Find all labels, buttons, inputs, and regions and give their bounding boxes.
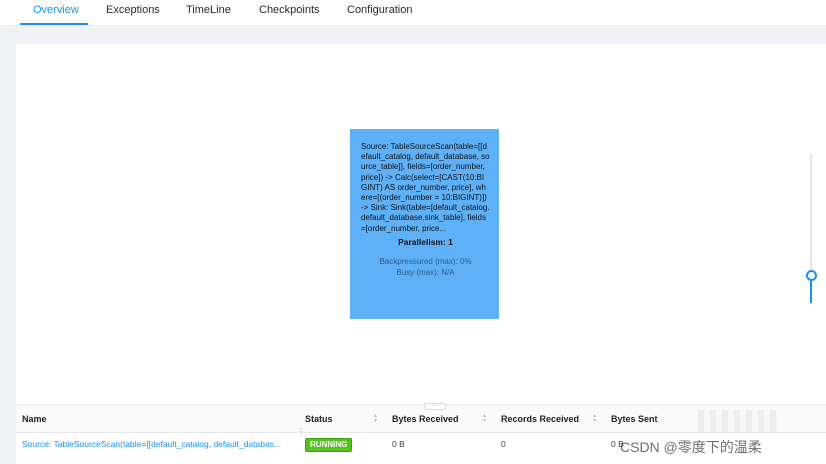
active-tab-indicator — [20, 23, 88, 25]
tab-exceptions[interactable]: Exceptions — [106, 0, 160, 23]
panel-resize-handle[interactable]: ··· — [424, 402, 446, 410]
node-parallelism: Parallelism: 1 — [398, 236, 453, 247]
sort-icon[interactable]: ▲ ▼ — [373, 414, 379, 424]
tab-bar: Overview Exceptions TimeLine Checkpoints… — [0, 0, 826, 25]
tab-checkpoints[interactable]: Checkpoints — [259, 0, 320, 23]
sort-icon[interactable]: ▲ ▼ — [482, 414, 488, 424]
job-vertex-node[interactable]: Source: TableSourceScan(table=[[default_… — [350, 129, 499, 319]
node-backpressured: Backpressured (max): 0% — [379, 256, 472, 266]
status-badge: RUNNING — [305, 438, 353, 452]
node-busy: Busy (max): N/A — [396, 267, 455, 277]
job-graph-canvas[interactable]: Source: TableSourceScan(table=[[default_… — [16, 44, 826, 404]
tab-configuration[interactable]: Configuration — [347, 0, 412, 23]
tab-overview[interactable]: Overview — [33, 0, 79, 23]
watermark: CSDN @零度下的温柔 — [620, 439, 762, 455]
column-header-bytes-sent[interactable]: Bytes Sent — [611, 406, 658, 432]
blurred-region — [698, 410, 778, 432]
bytes-received-cell: 0 B — [392, 439, 405, 449]
column-header-records-received[interactable]: Records Received — [501, 406, 579, 432]
column-resize-handle[interactable]: ⋮ — [297, 428, 305, 436]
status-cell: RUNNING — [305, 433, 353, 464]
column-header-status[interactable]: Status — [305, 406, 333, 432]
records-received-cell: 0 — [501, 439, 506, 449]
tab-timeline[interactable]: TimeLine — [186, 0, 231, 23]
sort-icon[interactable]: ▲ ▼ — [592, 414, 598, 424]
column-header-name[interactable]: Name — [22, 406, 47, 432]
node-description: Source: TableSourceScan(table=[[default_… — [361, 142, 490, 233]
vertex-name-link[interactable]: Source: TableSourceScan(table=[[default_… — [22, 433, 297, 464]
zoom-slider-handle[interactable] — [806, 270, 817, 281]
